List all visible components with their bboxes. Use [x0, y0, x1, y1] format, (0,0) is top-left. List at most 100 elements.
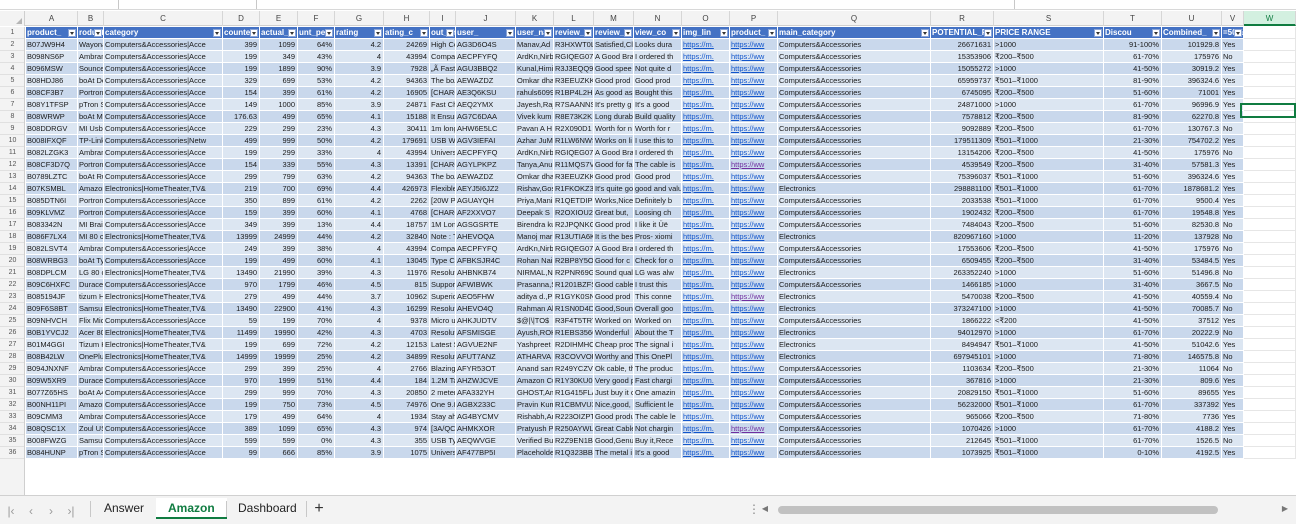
table-cell[interactable]: 4192.5: [1162, 447, 1222, 459]
table-cell[interactable]: 4.3: [335, 423, 384, 435]
table-cell[interactable]: 219: [223, 183, 260, 195]
table-cell[interactable]: https://m.: [682, 375, 730, 387]
table-cell[interactable]: AEYJ5I6JZ2: [456, 183, 516, 195]
table-cell[interactable]: 4: [335, 147, 384, 159]
table-cell[interactable]: 41-50%: [1104, 315, 1162, 327]
table-cell[interactable]: 499: [260, 111, 298, 123]
table-cell[interactable]: 20222.9: [1162, 327, 1222, 339]
table-cell[interactable]: aditya d.,P: [516, 291, 554, 303]
table-cell[interactable]: ATHARVA I: [516, 351, 554, 363]
table-cell[interactable]: Nice,good,: [594, 399, 634, 411]
table-cell[interactable]: GHOST,Am: [516, 387, 554, 399]
table-cell[interactable]: Electronics|HomeTheater,TV&: [104, 183, 223, 195]
table-cell[interactable]: 43994: [384, 147, 430, 159]
table-cell[interactable]: Computers&Accessories|Acce: [104, 315, 223, 327]
table-cell[interactable]: [1244, 267, 1296, 279]
table-cell[interactable]: 61-70%: [1104, 183, 1162, 195]
table-cell[interactable]: https://m.: [682, 207, 730, 219]
table-cell[interactable]: I ordered th: [634, 51, 682, 63]
filter-dropdown-icon[interactable]: [768, 29, 776, 37]
table-cell[interactable]: 9500.4: [1162, 195, 1222, 207]
table-cell[interactable]: ₹200–₹500: [994, 219, 1104, 231]
table-cell[interactable]: 10962: [384, 291, 430, 303]
table-cell[interactable]: AHEVOQA: [456, 231, 516, 243]
table-cell[interactable]: 199: [223, 147, 260, 159]
filter-dropdown-icon[interactable]: [1094, 29, 1102, 37]
table-cell[interactable]: 3.9: [335, 99, 384, 111]
table-cell[interactable]: 399: [260, 243, 298, 255]
table-cell[interactable]: Bought this: [634, 87, 682, 99]
table-cell[interactable]: 42%: [298, 327, 335, 339]
table-cell[interactable]: [1244, 75, 1296, 87]
table-cell[interactable]: 373247100: [931, 303, 994, 315]
table-cell[interactable]: [1244, 243, 1296, 255]
table-cell[interactable]: One 9.8-fo: [430, 399, 456, 411]
table-cell[interactable]: 15353906: [931, 51, 994, 63]
table-cell[interactable]: https://m.: [682, 171, 730, 183]
table-cell[interactable]: Universal C: [430, 447, 456, 459]
row-header[interactable]: 20: [0, 255, 24, 267]
table-cell[interactable]: >1000: [994, 351, 1104, 363]
table-cell[interactable]: ₹501–₹1000: [994, 75, 1104, 87]
table-cell[interactable]: 754702.2: [1162, 135, 1222, 147]
table-cell[interactable]: 970: [223, 279, 260, 291]
column-title-cell[interactable]: out_pro: [430, 27, 456, 39]
table-cell[interactable]: [1244, 63, 1296, 75]
column-title-cell[interactable]: Discou: [1104, 27, 1162, 39]
table-cell[interactable]: 41-50%: [1104, 243, 1162, 255]
column-title-cell[interactable]: unt_per: [298, 27, 335, 39]
table-cell[interactable]: 61%: [298, 195, 335, 207]
table-cell[interactable]: ₹200–₹500: [994, 87, 1104, 99]
table-cell[interactable]: https://m.: [682, 327, 730, 339]
column-header-l[interactable]: L: [554, 11, 594, 26]
table-cell[interactable]: Worthy and: [594, 351, 634, 363]
table-cell[interactable]: 4768: [384, 207, 430, 219]
row-header[interactable]: 14: [0, 183, 24, 195]
table-cell[interactable]: AGV3IEFAI: [456, 135, 516, 147]
table-cell[interactable]: Pravin Kum: [516, 399, 554, 411]
table-cell[interactable]: Portronics: [78, 195, 104, 207]
table-cell[interactable]: 4.3: [335, 387, 384, 399]
table-cell[interactable]: Computers&Accessories: [778, 171, 931, 183]
table-cell[interactable]: 1799: [260, 279, 298, 291]
table-cell[interactable]: Worth for n: [594, 123, 634, 135]
table-cell[interactable]: https://ww: [730, 351, 778, 363]
table-cell[interactable]: Ambrane U: [78, 243, 104, 255]
table-cell[interactable]: Yes: [1222, 375, 1244, 387]
table-cell[interactable]: R1EBS3566: [554, 327, 594, 339]
table-cell[interactable]: R3COVVOF: [554, 351, 594, 363]
table-cell[interactable]: 175976: [1162, 51, 1222, 63]
table-cell[interactable]: 1899: [260, 63, 298, 75]
table-cell[interactable]: 11499: [223, 327, 260, 339]
tab-amazon[interactable]: Amazon: [156, 498, 227, 519]
table-cell[interactable]: R2Z9EN1BI: [554, 435, 594, 447]
table-cell[interactable]: Ayush,ROH: [516, 327, 554, 339]
table-cell[interactable]: Manoj mar: [516, 231, 554, 243]
table-cell[interactable]: Computers&Accessories: [778, 375, 931, 387]
table-cell[interactable]: 4.5: [335, 279, 384, 291]
table-cell[interactable]: boAt Micro: [78, 111, 104, 123]
table-cell[interactable]: AHW6E5LC: [456, 123, 516, 135]
table-cell[interactable]: 1m long Ty: [430, 123, 456, 135]
table-cell[interactable]: 349: [223, 219, 260, 231]
table-cell[interactable]: OnePlus 8C: [78, 351, 104, 363]
table-cell[interactable]: 41-50%: [1104, 291, 1162, 303]
table-cell[interactable]: [1244, 411, 1296, 423]
table-cell[interactable]: R249YCZVI: [554, 363, 594, 375]
table-cell[interactable]: B00NH11PI: [26, 399, 78, 411]
table-cell[interactable]: 4.3: [335, 435, 384, 447]
table-cell[interactable]: 71-80%: [1104, 411, 1162, 423]
column-title-cell[interactable]: [1244, 27, 1296, 39]
row-header[interactable]: 3: [0, 51, 24, 63]
table-cell[interactable]: 699: [260, 75, 298, 87]
table-cell[interactable]: Computers&Accessories: [778, 435, 931, 447]
table-cell[interactable]: Stay ahead: [430, 411, 456, 423]
table-cell[interactable]: AGU3BBQ2: [456, 63, 516, 75]
table-cell[interactable]: 13045: [384, 255, 430, 267]
add-sheet-button[interactable]: +: [310, 498, 328, 519]
table-cell[interactable]: R2OXIOU2S: [554, 207, 594, 219]
table-cell[interactable]: 399: [260, 87, 298, 99]
table-cell[interactable]: Yes: [1222, 399, 1244, 411]
table-cell[interactable]: R1FKOKZ3I: [554, 183, 594, 195]
table-cell[interactable]: Good produ: [594, 411, 634, 423]
